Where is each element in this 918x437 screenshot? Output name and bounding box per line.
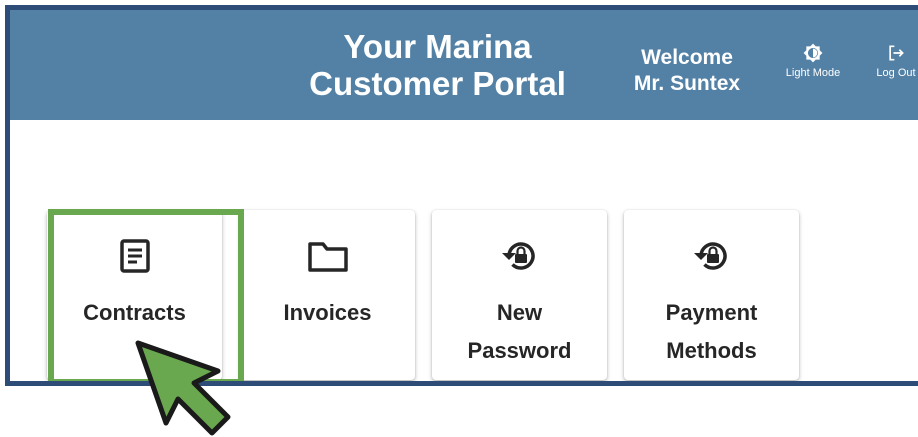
log-out-label: Log Out <box>876 67 916 79</box>
browser-frame: Your Marina Customer Portal Welcome Mr. … <box>5 5 918 386</box>
logout-icon <box>889 45 904 61</box>
payment-methods-label-line-1: Payment <box>665 300 758 325</box>
document-icon <box>119 239 150 273</box>
page-title: Your Marina Customer Portal <box>280 28 595 102</box>
payment-methods-label: Payment Methods <box>624 294 799 370</box>
new-password-label-line-2: Password <box>467 338 572 363</box>
lock-reset-icon <box>693 242 727 270</box>
welcome-message: Welcome Mr. Suntex <box>622 45 752 97</box>
welcome-user-name: Mr. Suntex <box>633 72 741 95</box>
invoices-label-text: Invoices <box>283 300 372 325</box>
log-out-button[interactable]: Log Out <box>868 43 918 80</box>
new-password-label: New Password <box>432 294 607 370</box>
app-header: Your Marina Customer Portal Welcome Mr. … <box>10 10 918 120</box>
payment-methods-tile[interactable]: Payment Methods <box>624 210 799 380</box>
welcome-line-1: Welcome <box>641 46 733 69</box>
title-line-1: Your Marina <box>343 28 532 65</box>
payment-methods-label-line-2: Methods <box>666 338 757 363</box>
folder-icon <box>307 242 348 272</box>
invoices-tile[interactable]: Invoices <box>240 210 415 380</box>
light-mode-label: Light Mode <box>785 67 841 79</box>
lock-reset-icon <box>501 242 535 270</box>
title-line-2: Customer Portal <box>309 65 566 102</box>
brightness-icon <box>803 43 823 63</box>
invoices-label: Invoices <box>240 294 415 332</box>
contracts-tile[interactable]: Contracts <box>47 210 222 380</box>
contracts-label-text: Contracts <box>83 300 186 325</box>
light-mode-button[interactable]: Light Mode <box>778 43 848 80</box>
new-password-label-line-1: New <box>496 300 543 325</box>
contracts-label: Contracts <box>47 294 222 332</box>
new-password-tile[interactable]: New Password <box>432 210 607 380</box>
